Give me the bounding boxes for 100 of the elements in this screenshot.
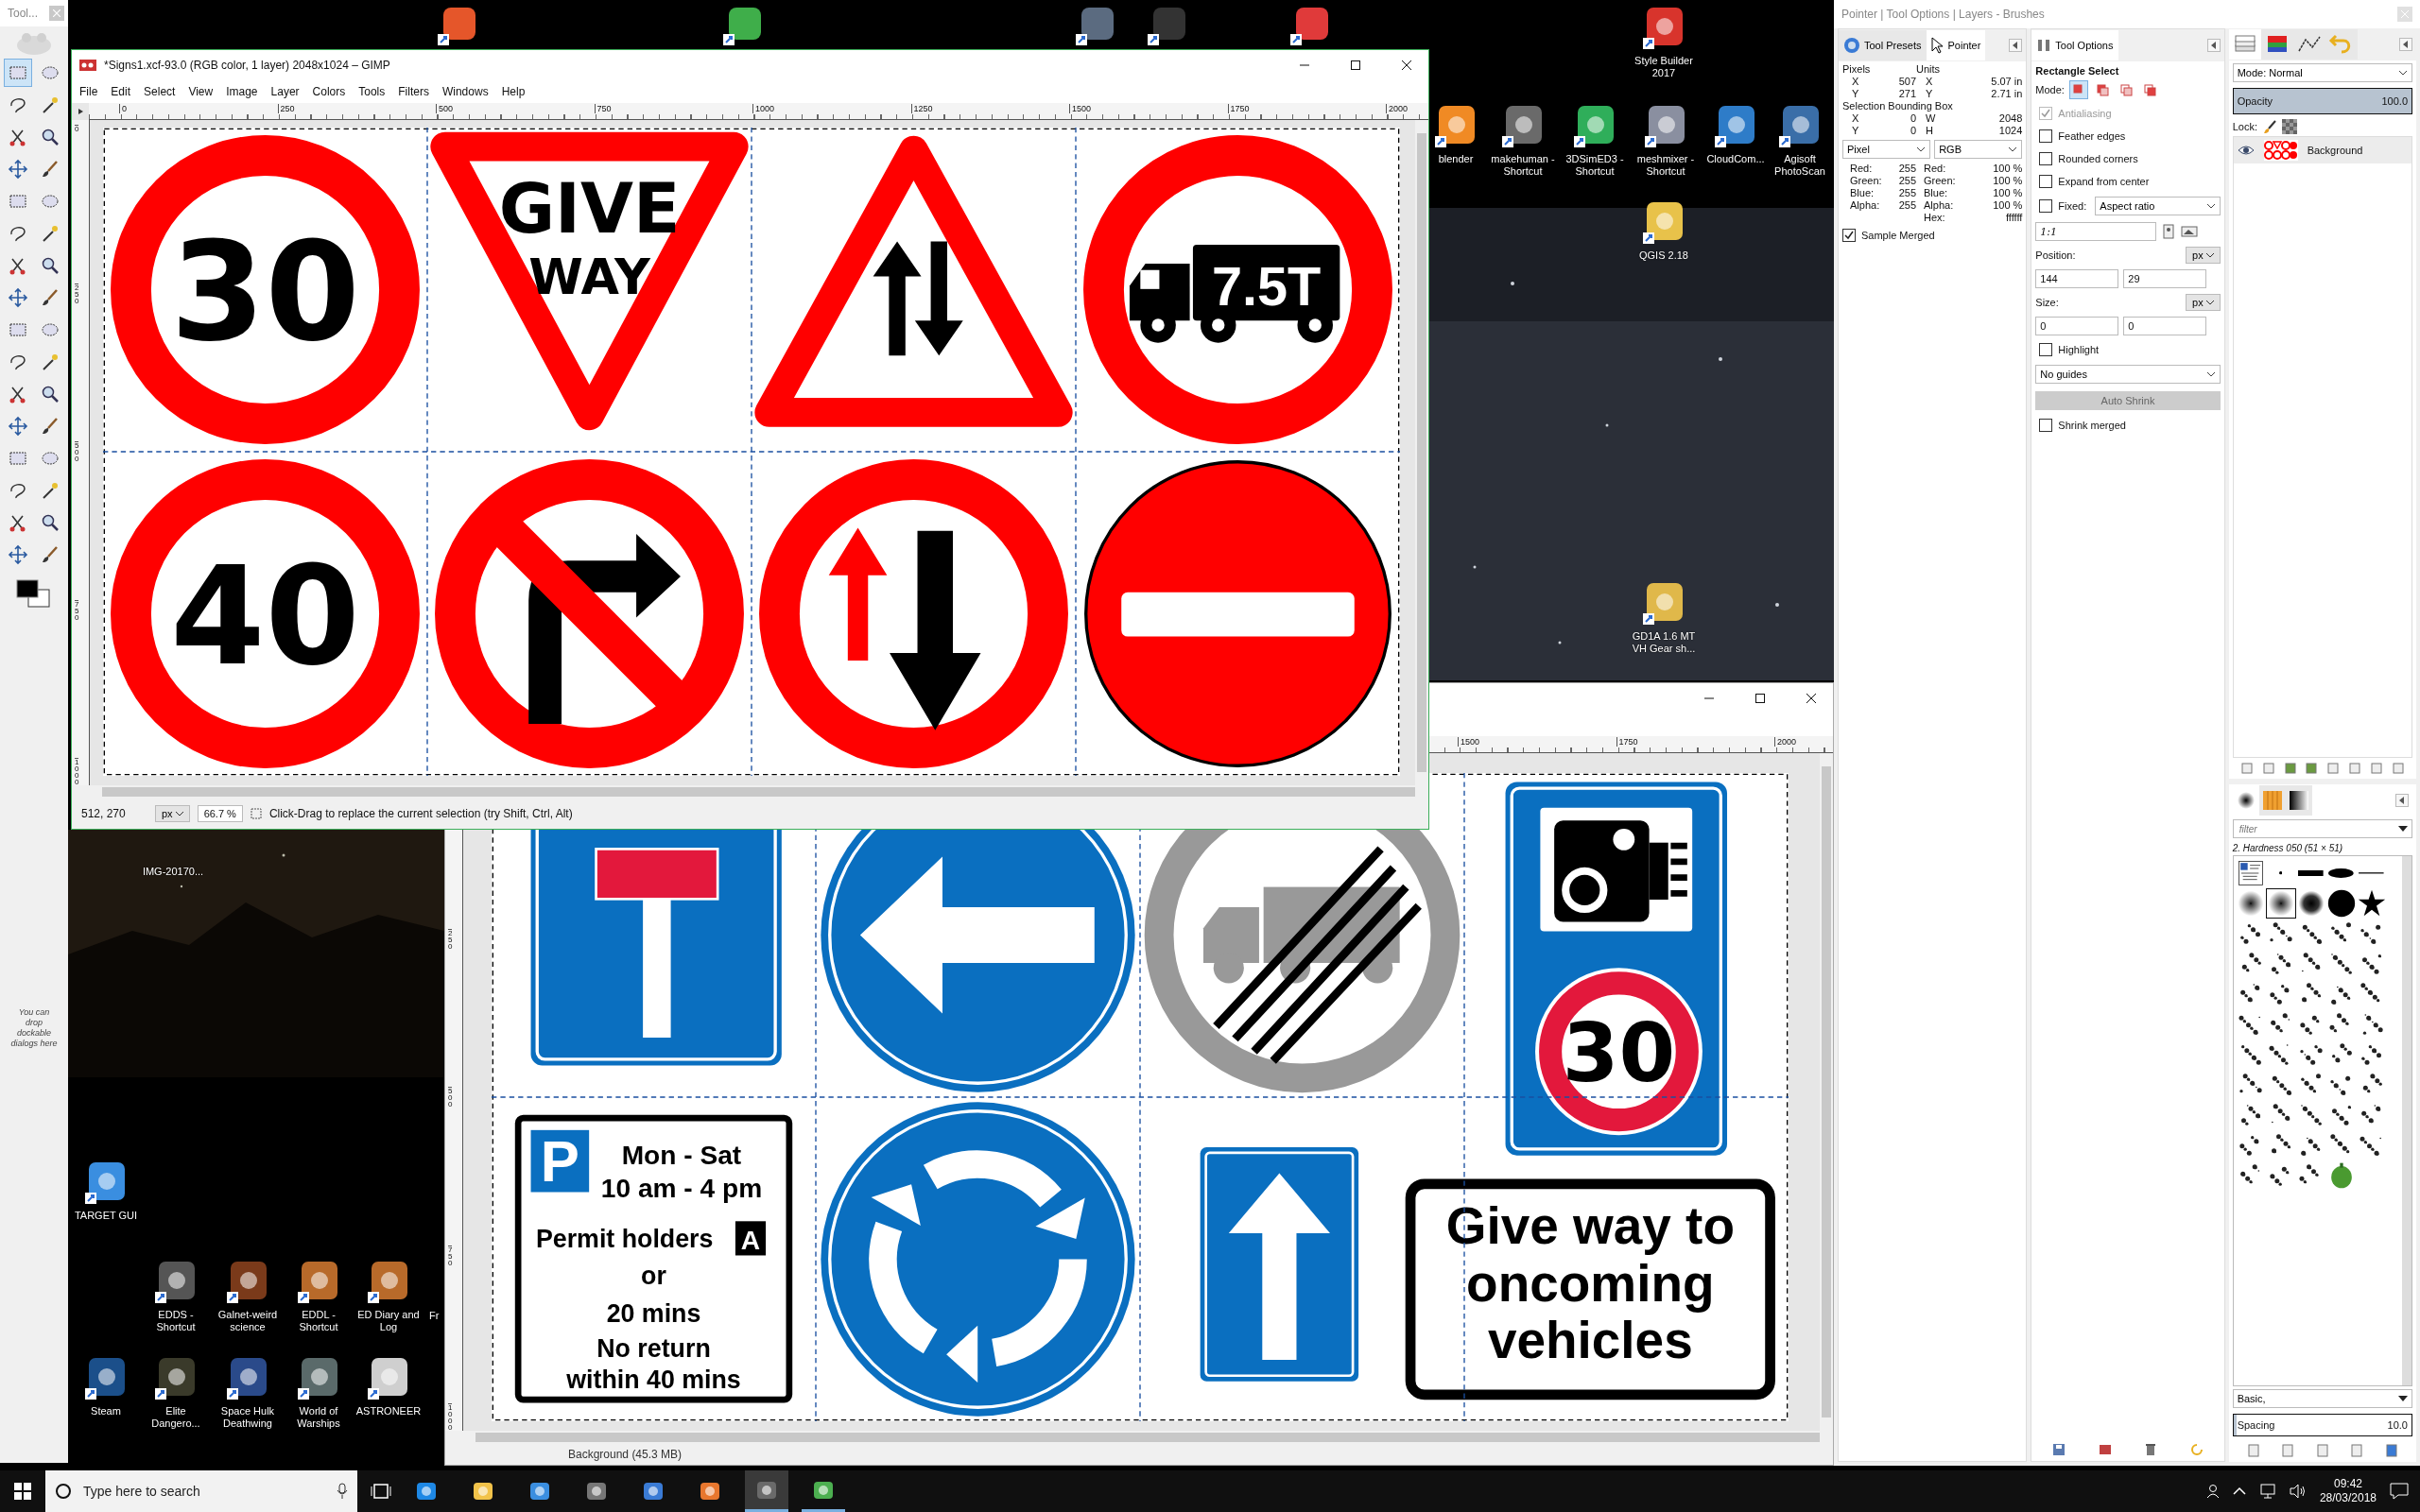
opacity-slider[interactable]: Opacity 100.0 <box>2232 88 2412 114</box>
highlight-checkbox[interactable]: Highlight <box>2035 339 2221 360</box>
layer-row[interactable]: Background <box>2233 137 2411 163</box>
desktop-icon[interactable]: meshmixer - Shortcut <box>1632 104 1700 178</box>
position-x-field[interactable]: 144 <box>2035 269 2119 288</box>
desktop-icon[interactable]: QGIS 2.18 <box>1630 200 1698 262</box>
search-field[interactable]: Type here to search <box>81 1483 327 1500</box>
desktop-icon[interactable]: Elite Dangero... <box>142 1356 210 1430</box>
menu-item[interactable]: Colors <box>312 85 346 98</box>
desktop-icon[interactable]: makehuman - Shortcut <box>1489 104 1557 178</box>
desktop-icon[interactable]: Style Builder 2017 <box>1630 6 1698 79</box>
unit-dropdown[interactable]: px <box>2186 294 2221 311</box>
desktop-icon[interactable]: Galnet-weird science <box>214 1260 282 1333</box>
window-title: *Signs1.xcf-93.0 (RGB color, 1 layer) 2048x1024 – GIMP <box>104 59 390 72</box>
zoom-field[interactable]: 66.7 % <box>197 805 243 822</box>
menu-item[interactable]: View <box>188 85 214 98</box>
info-value: 255 <box>1897 187 1916 198</box>
unit-dropdown[interactable]: px <box>155 805 190 822</box>
info-label: X <box>1851 76 1860 87</box>
dock-tab[interactable]: Tool Presets <box>1839 30 1927 60</box>
info-label: H <box>1925 125 1934 136</box>
horizontal-ruler: 0 250 500 750 1000 1250 1500 1750 2000 <box>89 103 1428 120</box>
shrink-merged-checkbox[interactable]: Shrink merged <box>2035 415 2221 436</box>
info-value: 100 % <box>1992 175 2023 186</box>
desktop-icon[interactable]: ASTRONEER <box>354 1356 423 1418</box>
sign-text: No return <box>596 1334 711 1364</box>
sign-text: 30 <box>170 212 360 371</box>
drop-hint: You can drop dockable dialogs here <box>9 1007 59 1049</box>
size-height-field[interactable]: 0 <box>2123 317 2207 335</box>
desktop-icon[interactable]: Agisoft PhotoScan <box>1769 104 1831 178</box>
menu-item[interactable]: Select <box>144 85 176 98</box>
sign-text: within 40 mins <box>566 1366 741 1395</box>
desktop-icon[interactable]: blender <box>1431 104 1480 165</box>
filter-field[interactable]: filter <box>2237 822 2398 835</box>
field-label: Mode: <box>2035 84 2065 95</box>
menu-item[interactable]: Tools <box>358 85 386 98</box>
desktop-icon[interactable]: CloudCom... <box>1702 104 1770 165</box>
option-checkbox[interactable]: Feather edges <box>2035 126 2221 146</box>
info-value: 271 <box>1897 88 1916 99</box>
sign-text: GIVE <box>498 168 681 249</box>
field-label: Position: <box>2035 249 2076 261</box>
desktop-icon[interactable]: ED Diary and Log <box>354 1260 423 1333</box>
dock-tab[interactable]: Tool Options <box>2031 30 2118 60</box>
desktop-icon[interactable]: IMG-20170... <box>139 866 207 878</box>
menu-item[interactable]: Layer <box>270 85 300 98</box>
sign-text: 40 <box>170 536 360 696</box>
layer-status: Background (45.3 MB) <box>568 1448 683 1461</box>
info-value: 100 % <box>1992 199 2023 211</box>
size-width-field[interactable]: 0 <box>2035 317 2119 335</box>
desktop-icon[interactable]: GD1A 1.6 MT VH Gear sh... <box>1630 581 1698 655</box>
desktop-icon[interactable]: Steam <box>72 1356 140 1418</box>
fixed-dropdown[interactable]: Aspect ratio <box>2095 197 2221 215</box>
desktop-icon[interactable]: EDDS - Shortcut <box>142 1260 210 1333</box>
sign-text: 10 am - 4 pm <box>600 1173 763 1203</box>
vertical-ruler: 0 250 500 750 1000 <box>72 120 90 785</box>
dock-tab[interactable]: Pointer <box>1926 30 1986 60</box>
info-value: 2048 <box>1997 112 2023 124</box>
desktop-icon[interactable]: 3DSimED3 - Shortcut <box>1561 104 1629 178</box>
fixed-checkbox[interactable]: Fixed: <box>2035 196 2091 216</box>
section-heading: Units <box>1916 63 1942 75</box>
menu-item[interactable]: File <box>79 85 98 98</box>
desktop-icon[interactable]: Fr <box>429 1310 444 1322</box>
sample-merged-checkbox[interactable]: Sample Merged <box>1839 225 2027 246</box>
menu-item[interactable]: Image <box>226 85 258 98</box>
sign-text: Permit holders <box>535 1225 714 1254</box>
info-label: Y <box>1925 88 1934 99</box>
color-mode-dropdown[interactable]: Pixel <box>1842 140 1931 159</box>
filter-combo[interactable]: filter <box>2232 819 2412 838</box>
color-mode-dropdown[interactable]: RGB <box>1934 140 2023 159</box>
info-label: Alpha: <box>1923 199 1955 211</box>
layer-name: Background <box>2307 145 2363 156</box>
slider-value: 100.0 <box>2381 95 2408 107</box>
info-label: X <box>1925 76 1934 87</box>
ratio-field[interactable]: 1:1 <box>2035 222 2157 241</box>
option-checkbox[interactable]: Rounded corners <box>2035 148 2221 169</box>
sign-text: 20 mins <box>606 1298 701 1328</box>
desktop-icon[interactable]: EDDL - Shortcut <box>285 1260 353 1333</box>
info-value: 5.07 in <box>1990 76 2023 87</box>
spacing-slider[interactable]: Spacing 10.0 <box>2232 1414 2412 1436</box>
menu-item[interactable]: Filters <box>398 85 429 98</box>
desktop-icon[interactable]: World of Warships <box>285 1356 353 1430</box>
info-label: Hex: <box>1923 212 1946 223</box>
info-label: Alpha: <box>1849 199 1880 211</box>
desktop-icon[interactable]: Space Hulk Deathwing <box>214 1356 282 1430</box>
clock[interactable]: 09:42 28/03/2018 <box>2319 1477 2377 1505</box>
menu-item[interactable]: Edit <box>111 85 131 98</box>
menu-item[interactable]: Help <box>501 85 526 98</box>
position-y-field[interactable]: 29 <box>2123 269 2207 288</box>
layer-mode-dropdown[interactable]: Mode: Normal <box>2232 63 2412 82</box>
guides-dropdown[interactable]: No guides <box>2035 365 2221 384</box>
tag-filter-dropdown[interactable]: Basic, <box>2232 1389 2412 1408</box>
desktop-icon[interactable]: TARGET GUI <box>72 1160 140 1222</box>
search-bar[interactable]: Type here to search <box>45 1470 357 1512</box>
info-value: 2.71 in <box>1990 88 2023 99</box>
menu-item[interactable]: Windows <box>441 85 489 98</box>
unit-dropdown[interactable]: px <box>2186 247 2221 264</box>
slider-value: 10.0 <box>2387 1419 2408 1431</box>
info-value: 0 <box>1909 112 1916 124</box>
sign-text: 7.5T <box>1212 255 1322 317</box>
option-checkbox[interactable]: Expand from center <box>2035 171 2221 192</box>
